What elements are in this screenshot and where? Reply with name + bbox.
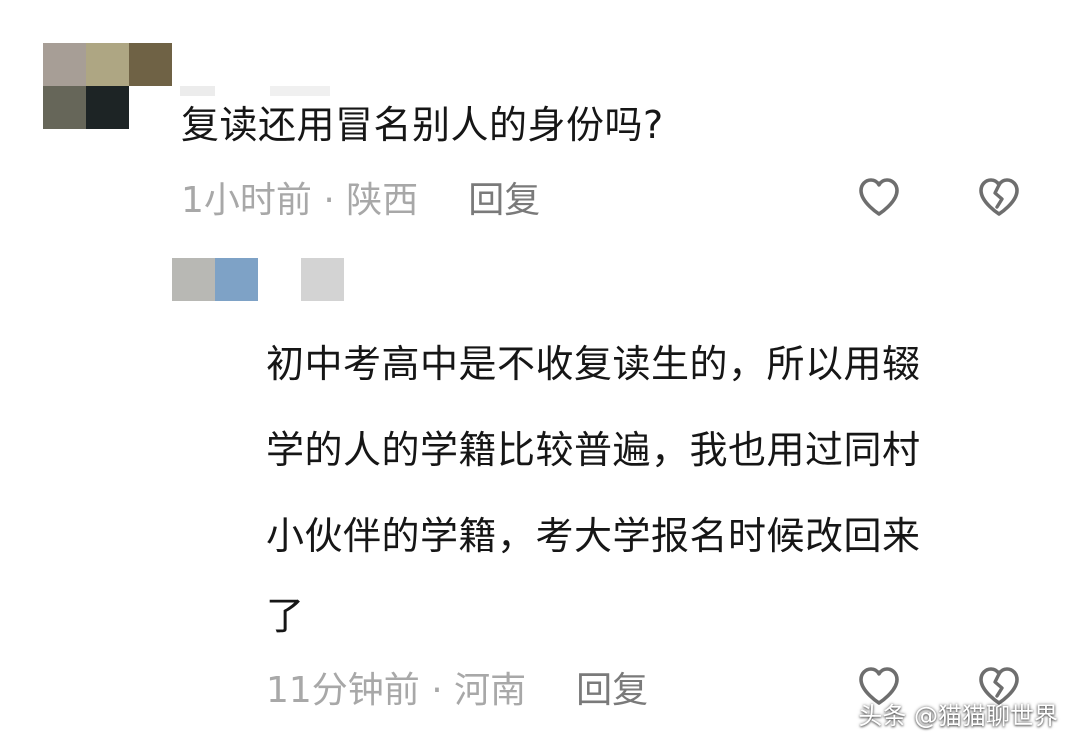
comment-2-line-2: 学的人的学籍比较普遍，我也用过同村 [266,428,921,472]
like-button[interactable] [855,173,903,221]
comment-2-line-4: 了 [266,594,305,638]
avatar-pixel [215,258,258,301]
comment-1-time-location: 1小时前 · 陕西 [181,180,419,221]
heart-outline-icon [859,178,899,216]
avatar-pixel [172,258,215,301]
comment-1-meta: 1小时前 · 陕西 回复 [181,173,540,221]
dislike-button[interactable] [975,173,1023,221]
avatar-pixel [129,43,172,86]
comment-2-line-3: 小伙伴的学籍，考大学报名时候改回来 [266,514,921,558]
broken-heart-icon [979,178,1019,216]
reply-button[interactable]: 回复 [468,171,540,223]
comment-thread: 复读还用冒名别人的身份吗? 1小时前 · 陕西 回复 初中考高中是不收复读生的，… [0,0,1080,749]
avatar-pixel [86,86,129,129]
watermark: 头条 @猫猫聊世界 [858,702,1058,730]
avatar-pixel [43,43,86,86]
avatar-pixel [43,86,86,129]
comment-2-line-1: 初中考高中是不收复读生的，所以用辍 [266,342,921,386]
comment-2-meta: 11分钟前 · 河南 回复 [266,662,648,712]
comment-2-time-location: 11分钟前 · 河南 [266,670,527,711]
comment-1-text: 复读还用冒名别人的身份吗? [181,103,664,147]
username-pixel [301,258,344,301]
avatar-pixel [86,43,129,86]
reply-button[interactable]: 回复 [576,661,648,713]
